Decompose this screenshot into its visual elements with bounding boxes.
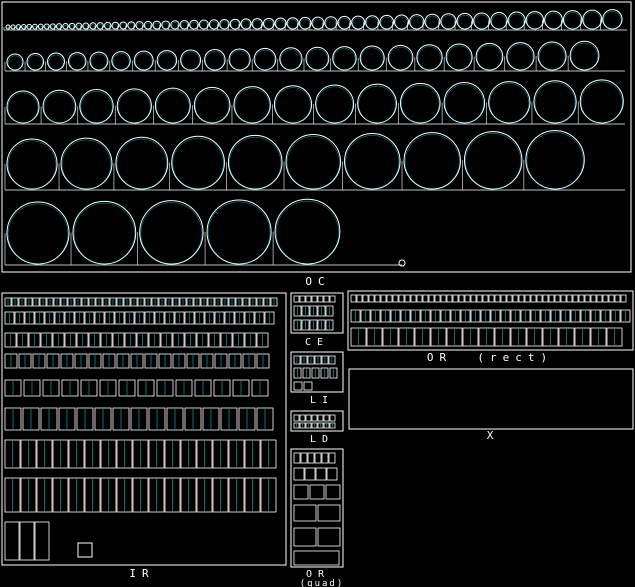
li-label: LI bbox=[310, 395, 334, 406]
ir-label: IR bbox=[129, 567, 154, 580]
ce-label: CE bbox=[305, 337, 329, 348]
ld-label: LD bbox=[310, 434, 334, 445]
cad-drawing-canvas: OC IR CE LI LD OR (quad) OR (rect) X bbox=[0, 0, 635, 587]
x-label: X bbox=[487, 429, 494, 442]
oc-label: OC bbox=[305, 275, 330, 288]
or-rect-label: OR (rect) bbox=[427, 351, 553, 364]
or-quad-sublabel: (quad) bbox=[300, 579, 345, 587]
